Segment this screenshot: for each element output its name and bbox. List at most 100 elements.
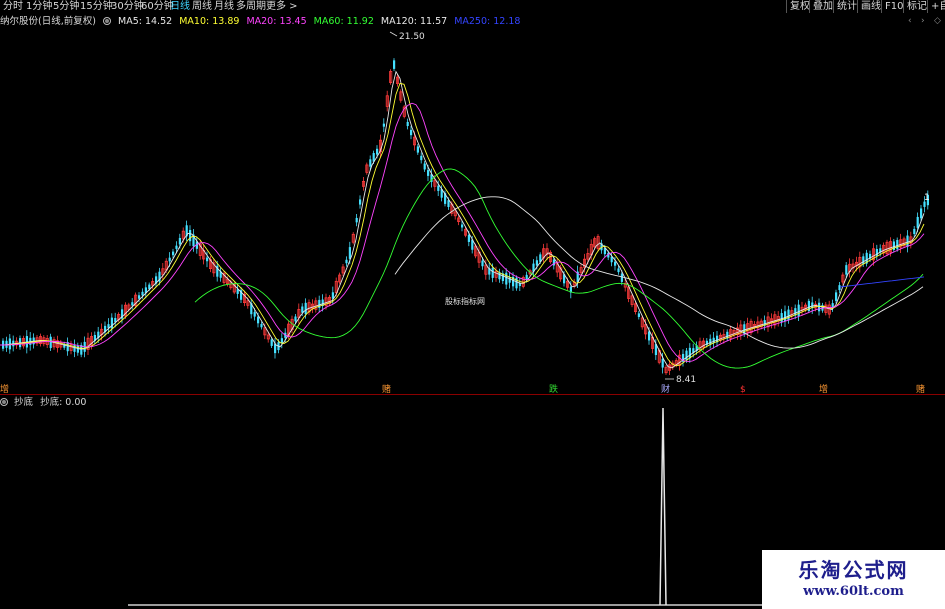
candle-body bbox=[780, 313, 783, 323]
candle-body bbox=[437, 185, 440, 191]
high-pointer-line bbox=[389, 31, 398, 37]
low-price-label: 8.41 bbox=[676, 375, 696, 385]
candle-body bbox=[461, 224, 464, 228]
prev-arrow-icon[interactable]: ‹ bbox=[908, 16, 912, 26]
signal-badge: 财 bbox=[661, 383, 670, 394]
candle-body bbox=[491, 267, 494, 278]
next-arrow-icon[interactable]: › bbox=[921, 16, 925, 26]
overlay-button[interactable]: 叠加 bbox=[809, 0, 836, 13]
candle-body bbox=[688, 347, 691, 359]
candle-body bbox=[620, 273, 623, 282]
candle-body bbox=[906, 235, 909, 247]
candle-body bbox=[614, 261, 617, 266]
candle-body bbox=[481, 260, 484, 267]
candle-body bbox=[505, 272, 508, 285]
ma10-label: MA10: 13.89 bbox=[179, 16, 240, 27]
ma250-label: MA250: 12.18 bbox=[454, 16, 521, 27]
period-tab-30min[interactable]: 30分钟 bbox=[111, 0, 144, 13]
period-tab-monthly[interactable]: 月线 bbox=[214, 0, 234, 13]
site-url: www.60lt.com bbox=[803, 584, 904, 599]
candle-body bbox=[920, 208, 923, 219]
candle-body bbox=[862, 256, 865, 265]
candle-body bbox=[525, 274, 528, 280]
candle-body bbox=[175, 245, 178, 249]
candle-body bbox=[131, 302, 134, 306]
candle-body bbox=[270, 339, 273, 346]
candle-body bbox=[168, 257, 171, 262]
candle-body bbox=[427, 170, 430, 176]
candle-body bbox=[416, 146, 419, 153]
period-tab-15min[interactable]: 15分钟 bbox=[80, 0, 113, 13]
candle-body bbox=[447, 200, 450, 207]
candle-body bbox=[410, 129, 413, 136]
candle-body bbox=[304, 302, 307, 315]
candle-body bbox=[345, 259, 348, 264]
candle-body bbox=[420, 155, 423, 161]
candle-body bbox=[141, 291, 144, 296]
candle-body bbox=[73, 344, 76, 352]
period-tab-multi[interactable]: 多周期 bbox=[236, 0, 266, 13]
ma-lines-layer bbox=[0, 70, 925, 369]
candles-layer bbox=[2, 58, 929, 375]
high-price-label: 21.50 bbox=[399, 32, 425, 42]
period-tab-weekly[interactable]: 周线 bbox=[192, 0, 212, 13]
period-tab-60min[interactable]: 60分钟 bbox=[141, 0, 174, 13]
ma60-line bbox=[194, 168, 924, 369]
period-toolbar: 分时 1分钟 5分钟 15分钟 30分钟 60分钟 日线 周线 月线 多周期 更… bbox=[0, 0, 945, 14]
stock-name: 纳尔股份(日线,前复权) bbox=[0, 16, 96, 27]
candle-body bbox=[294, 316, 297, 322]
indicator-spike bbox=[659, 407, 667, 606]
mark-button[interactable]: 标记 bbox=[903, 0, 930, 13]
candle-body bbox=[685, 350, 688, 361]
candle-body bbox=[637, 313, 640, 317]
signal-badge: $ bbox=[740, 385, 746, 394]
candle-body bbox=[369, 159, 372, 167]
site-title: 乐淘公式网 bbox=[798, 558, 909, 582]
signal-badge: 赌 bbox=[916, 383, 925, 394]
period-tab-5min[interactable]: 5分钟 bbox=[53, 0, 79, 13]
candle-body bbox=[838, 285, 841, 291]
candle-body bbox=[257, 316, 260, 324]
signal-badge: 跌 bbox=[549, 384, 558, 394]
panel-divider bbox=[0, 394, 945, 395]
draw-line-button[interactable]: 画线 bbox=[857, 0, 884, 13]
candle-body bbox=[835, 292, 838, 301]
center-watermark: 股标指标网 bbox=[445, 296, 485, 306]
ma20-line bbox=[0, 102, 925, 363]
candle-body bbox=[172, 251, 175, 256]
right-edge-marker: 1 bbox=[924, 193, 930, 203]
candle-body bbox=[467, 234, 470, 242]
candle-body bbox=[406, 121, 409, 127]
candle-body bbox=[896, 239, 899, 250]
signal-badge: 赌 bbox=[382, 383, 391, 394]
candle-body bbox=[709, 338, 712, 345]
diamond-icon[interactable]: ◇ bbox=[934, 16, 941, 26]
ma60-label: MA60: 11.92 bbox=[313, 16, 374, 27]
candle-body bbox=[648, 331, 651, 341]
period-tab-more[interactable]: 更多 > bbox=[266, 0, 298, 13]
candlestick-chart[interactable]: 21.50 8.41 股标指标网 1 增 赌 跌 财 $ 增 赌 bbox=[0, 28, 945, 394]
candle-body bbox=[376, 148, 379, 155]
candle-body bbox=[784, 311, 787, 322]
ma20-label: MA20: 13.45 bbox=[246, 16, 307, 27]
settings-circle-icon[interactable] bbox=[102, 17, 111, 25]
candle-body bbox=[661, 358, 664, 368]
custom-button[interactable]: +自 bbox=[927, 0, 945, 13]
ma-info-bar: 纳尔股份(日线,前复权) MA5: 14.52 MA10: 13.89 MA20… bbox=[0, 15, 524, 28]
period-tab-daily[interactable]: 日线 bbox=[170, 0, 190, 13]
candle-body bbox=[393, 60, 396, 69]
candle-body bbox=[916, 216, 919, 228]
candle-body bbox=[178, 237, 181, 245]
period-tab-1min[interactable]: 1分钟 bbox=[26, 0, 52, 13]
candle-body bbox=[535, 260, 538, 266]
stats-button[interactable]: 统计 bbox=[833, 0, 860, 13]
candle-body bbox=[76, 345, 79, 353]
signal-badge: 增 bbox=[819, 383, 828, 394]
candle-body bbox=[818, 302, 821, 312]
candle-body bbox=[49, 336, 52, 349]
candle-body bbox=[355, 217, 358, 223]
candle-body bbox=[253, 312, 256, 317]
period-tab-fenshi[interactable]: 分时 bbox=[3, 0, 23, 13]
signal-badge: 增 bbox=[0, 383, 9, 394]
ma5-label: MA5: 14.52 bbox=[118, 16, 173, 27]
